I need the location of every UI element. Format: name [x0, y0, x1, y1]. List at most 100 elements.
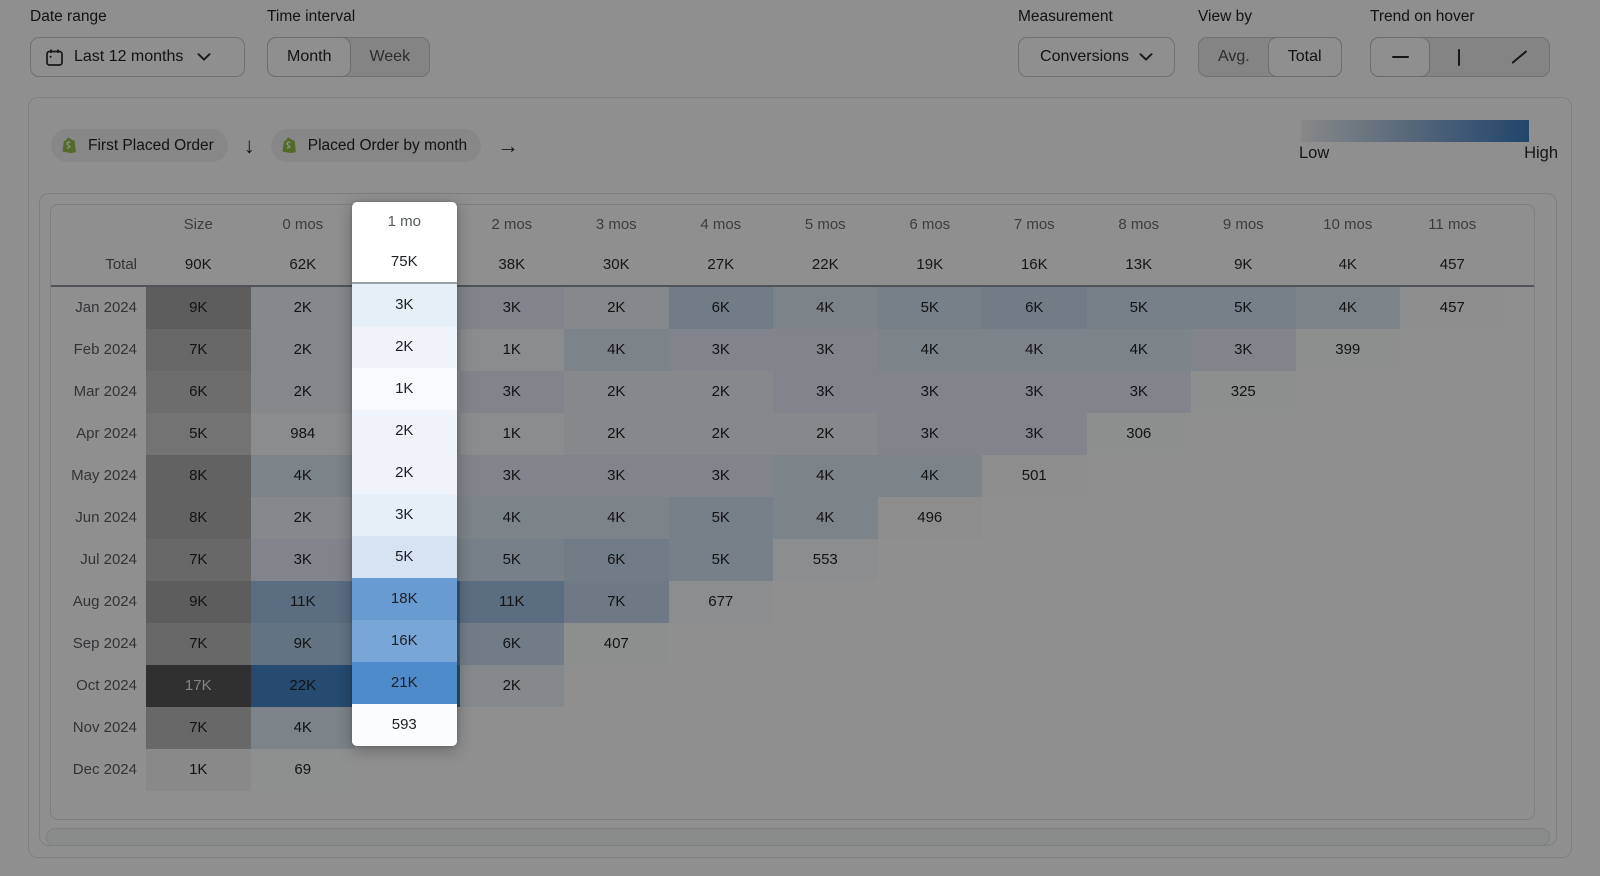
- heatmap-cell[interactable]: 306: [1087, 413, 1192, 455]
- size-cell[interactable]: 7K: [146, 707, 251, 749]
- size-cell[interactable]: 8K: [146, 455, 251, 497]
- heatmap-cell[interactable]: 399: [1296, 329, 1401, 371]
- heatmap-cell[interactable]: 6K: [669, 287, 774, 329]
- highlighted-heatmap-cell[interactable]: 1K: [352, 368, 457, 410]
- heatmap-cell[interactable]: 3K: [982, 413, 1087, 455]
- heatmap-cell[interactable]: 2K: [251, 329, 356, 371]
- heatmap-cell[interactable]: 3K: [460, 455, 565, 497]
- heatmap-cell[interactable]: 4K: [564, 329, 669, 371]
- heatmap-cell[interactable]: 2K: [669, 371, 774, 413]
- heatmap-cell[interactable]: 3K: [669, 329, 774, 371]
- heatmap-cell[interactable]: 7K: [564, 581, 669, 623]
- heatmap-cell[interactable]: 4K: [251, 455, 356, 497]
- heatmap-cell[interactable]: 2K: [564, 287, 669, 329]
- size-cell[interactable]: 7K: [146, 539, 251, 581]
- heatmap-cell[interactable]: 1K: [460, 329, 565, 371]
- heatmap-cell[interactable]: 9K: [251, 623, 356, 665]
- highlighted-heatmap-cell[interactable]: 3K: [352, 494, 457, 536]
- highlighted-heatmap-cell[interactable]: 3K: [352, 284, 457, 326]
- event-pill-placed-order-by-month[interactable]: Placed Order by month: [271, 129, 481, 162]
- time-interval-week[interactable]: Week: [350, 38, 429, 76]
- heatmap-cell[interactable]: 4K: [878, 329, 983, 371]
- heatmap-cell[interactable]: 3K: [878, 413, 983, 455]
- highlighted-heatmap-cell[interactable]: 2K: [352, 326, 457, 368]
- heatmap-cell[interactable]: 22K: [251, 665, 356, 707]
- heatmap-cell[interactable]: 2K: [669, 413, 774, 455]
- heatmap-cell[interactable]: 3K: [564, 455, 669, 497]
- heatmap-cell[interactable]: 2K: [251, 371, 356, 413]
- heatmap-cell[interactable]: 4K: [982, 329, 1087, 371]
- size-cell[interactable]: 9K: [146, 287, 251, 329]
- heatmap-cell[interactable]: 4K: [773, 497, 878, 539]
- trend-horizontal-line-button[interactable]: [1370, 37, 1430, 77]
- heatmap-cell[interactable]: 4K: [564, 497, 669, 539]
- heatmap-cell[interactable]: 3K: [773, 371, 878, 413]
- heatmap-cell[interactable]: 1K: [460, 413, 565, 455]
- heatmap-cell[interactable]: 3K: [460, 287, 565, 329]
- size-cell[interactable]: 7K: [146, 329, 251, 371]
- heatmap-cell[interactable]: 11K: [251, 581, 356, 623]
- date-range-dropdown[interactable]: Last 12 months: [30, 37, 245, 77]
- horizontal-scrollbar[interactable]: [46, 828, 1550, 846]
- heatmap-cell[interactable]: 5K: [1087, 287, 1192, 329]
- highlighted-heatmap-cell[interactable]: 2K: [352, 410, 457, 452]
- highlighted-heatmap-cell[interactable]: 593: [352, 704, 457, 746]
- highlighted-heatmap-cell[interactable]: 18K: [352, 578, 457, 620]
- heatmap-cell[interactable]: 4K: [878, 455, 983, 497]
- heatmap-cell[interactable]: 501: [982, 455, 1087, 497]
- highlighted-heatmap-cell[interactable]: 16K: [352, 620, 457, 662]
- heatmap-cell[interactable]: 4K: [773, 287, 878, 329]
- heatmap-cell[interactable]: 2K: [773, 413, 878, 455]
- time-interval-month[interactable]: Month: [267, 37, 351, 77]
- heatmap-cell[interactable]: 984: [251, 413, 356, 455]
- heatmap-cell[interactable]: 677: [669, 581, 774, 623]
- heatmap-cell[interactable]: 5K: [878, 287, 983, 329]
- heatmap-cell[interactable]: 325: [1191, 371, 1296, 413]
- size-cell[interactable]: 8K: [146, 497, 251, 539]
- heatmap-cell[interactable]: 5K: [669, 497, 774, 539]
- heatmap-cell[interactable]: 3K: [669, 455, 774, 497]
- size-cell[interactable]: 17K: [146, 665, 251, 707]
- event-pill-first-placed-order[interactable]: First Placed Order: [51, 129, 228, 162]
- view-by-total[interactable]: Total: [1268, 37, 1342, 77]
- size-cell[interactable]: 7K: [146, 623, 251, 665]
- size-cell[interactable]: 1K: [146, 749, 251, 791]
- highlighted-heatmap-cell[interactable]: 5K: [352, 536, 457, 578]
- heatmap-cell[interactable]: 5K: [1191, 287, 1296, 329]
- heatmap-cell[interactable]: 2K: [251, 287, 356, 329]
- heatmap-cell[interactable]: 407: [564, 623, 669, 665]
- size-cell[interactable]: 5K: [146, 413, 251, 455]
- heatmap-cell[interactable]: 5K: [669, 539, 774, 581]
- heatmap-cell[interactable]: 3K: [1087, 371, 1192, 413]
- heatmap-cell[interactable]: 2K: [564, 371, 669, 413]
- heatmap-cell[interactable]: 3K: [982, 371, 1087, 413]
- heatmap-cell[interactable]: 4K: [1087, 329, 1192, 371]
- trend-vertical-line-button[interactable]: [1429, 38, 1489, 76]
- heatmap-cell[interactable]: 3K: [773, 329, 878, 371]
- heatmap-cell[interactable]: 457: [1400, 287, 1505, 329]
- size-cell[interactable]: 9K: [146, 581, 251, 623]
- heatmap-cell[interactable]: 4K: [251, 707, 356, 749]
- heatmap-cell[interactable]: 3K: [878, 371, 983, 413]
- highlighted-heatmap-cell[interactable]: 21K: [352, 662, 457, 704]
- heatmap-cell[interactable]: 4K: [773, 455, 878, 497]
- heatmap-cell[interactable]: 2K: [251, 497, 356, 539]
- highlighted-heatmap-cell[interactable]: 2K: [352, 452, 457, 494]
- heatmap-cell[interactable]: 5K: [460, 539, 565, 581]
- heatmap-cell[interactable]: 6K: [982, 287, 1087, 329]
- heatmap-cell[interactable]: 69: [251, 749, 356, 791]
- measurement-dropdown[interactable]: Conversions: [1018, 37, 1175, 77]
- heatmap-cell[interactable]: 6K: [564, 539, 669, 581]
- heatmap-cell[interactable]: 4K: [1296, 287, 1401, 329]
- heatmap-cell[interactable]: 2K: [460, 665, 565, 707]
- heatmap-cell[interactable]: 3K: [1191, 329, 1296, 371]
- trend-diagonal-line-button[interactable]: [1489, 38, 1549, 76]
- heatmap-cell[interactable]: 4K: [460, 497, 565, 539]
- heatmap-cell[interactable]: 3K: [460, 371, 565, 413]
- heatmap-cell[interactable]: 2K: [564, 413, 669, 455]
- heatmap-cell[interactable]: 3K: [251, 539, 356, 581]
- heatmap-cell[interactable]: 553: [773, 539, 878, 581]
- heatmap-cell[interactable]: 496: [878, 497, 983, 539]
- heatmap-cell[interactable]: 6K: [460, 623, 565, 665]
- heatmap-cell[interactable]: 11K: [460, 581, 565, 623]
